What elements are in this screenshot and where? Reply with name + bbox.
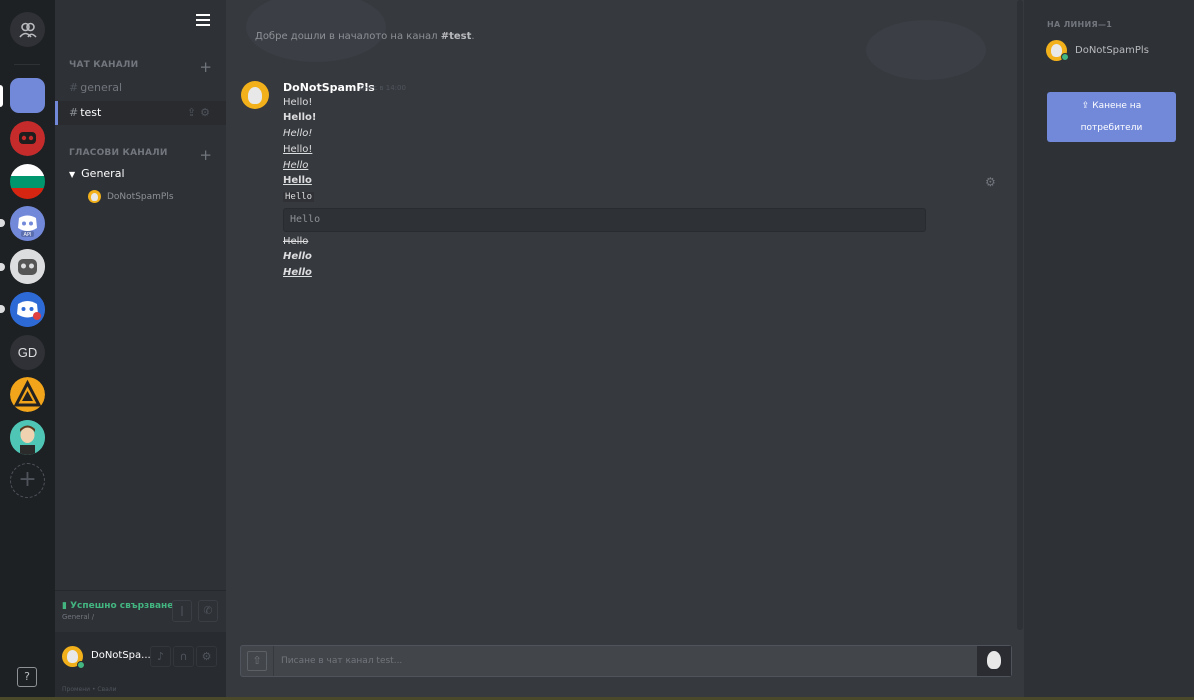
unread-indicator (0, 305, 5, 313)
guild-separator (14, 64, 40, 65)
invite-icon[interactable]: ⇪ (187, 106, 200, 119)
welcome-suffix: . (471, 31, 475, 42)
message-options-gear-icon[interactable]: ⚙ (985, 175, 996, 189)
voice-channel-name: General (81, 167, 125, 180)
unread-indicator (0, 219, 5, 227)
voice-user-name: DoNotSpamPls (107, 191, 174, 202)
message-line-italic: Hello! (283, 128, 313, 139)
add-voice-channel-button[interactable]: + (199, 148, 212, 163)
composer-avatar[interactable] (977, 646, 1011, 676)
channel-name: test (80, 106, 102, 119)
online-members-header: НА ЛИНИЯ—1 (1047, 20, 1113, 29)
invite-label-line2: потребители (1080, 123, 1143, 133)
online-status-icon (77, 661, 85, 669)
message-composer: ⇧ (240, 645, 1012, 677)
guild-discord-dev[interactable] (10, 292, 45, 327)
invite-icon: ⇪ (1081, 101, 1090, 111)
member-list: НА ЛИНИЯ—1 DoNotSpamPls ⇪ Канене на потр… (1024, 0, 1194, 700)
guild-orange-logo[interactable] (10, 377, 45, 412)
voice-channel-general[interactable]: ▼ General (69, 167, 125, 180)
message-line-strikethrough: Hello (283, 236, 309, 247)
message-line-bold-italic: Hello (283, 251, 312, 262)
voice-channels-category[interactable]: ГЛАСОВИ КАНАЛИ (69, 148, 168, 158)
online-status-icon (1061, 53, 1069, 61)
channel-name: general (80, 81, 123, 94)
channel-general[interactable]: # general (55, 76, 226, 100)
avatar (88, 190, 101, 203)
menu-icon[interactable] (196, 14, 210, 26)
voice-user[interactable]: DoNotSpamPls (88, 190, 174, 203)
member-name: DoNotSpamPls (1075, 45, 1149, 56)
channel-test[interactable]: # test ⇪⚙ (55, 101, 226, 125)
microphone-icon[interactable]: ♪ (150, 646, 171, 667)
watermark-decoration (866, 20, 986, 80)
text-channels-category[interactable]: ЧАТ КАНАЛИ (69, 60, 138, 70)
message-line-bold: Hello! (283, 112, 317, 123)
message-input[interactable] (281, 653, 961, 669)
invite-users-button[interactable]: ⇪ Канене на потребители (1047, 92, 1176, 142)
welcome-text: Добре дошли в началото на канал (255, 31, 441, 42)
message-line-bold-underline: Hello (283, 175, 312, 186)
message-line-inline-code-wrap: Hello (283, 191, 315, 202)
voice-channel-path: General / (62, 613, 95, 621)
composer-divider (273, 646, 274, 676)
unread-indicator (0, 263, 5, 271)
upload-icon[interactable]: ⇧ (247, 651, 267, 671)
guild-test-server[interactable] (10, 78, 45, 113)
svg-text:API: API (24, 232, 32, 238)
message-code-block: Hello (283, 208, 926, 232)
voice-connection-panel: ▮ Успешно свързване General / ǀ ✆ (55, 590, 226, 632)
user-name: DoNotSpa... (91, 650, 151, 661)
voice-status-text[interactable]: Успешно свързване (70, 601, 173, 611)
chat-area: Добре дошли в началото на канал #test. D… (226, 0, 1024, 700)
message-line-inline-code: Hello (283, 192, 315, 202)
channels-header (55, 0, 226, 42)
voice-info-button[interactable]: ǀ (172, 600, 192, 622)
guild-avatar-server[interactable] (10, 420, 45, 455)
settings-gear-icon[interactable]: ⚙ (196, 646, 217, 667)
hash-icon: # (69, 106, 79, 119)
friends-icon[interactable] (10, 12, 45, 47)
user-footer-links[interactable]: Промени • Свали (62, 686, 117, 693)
voice-status: ▮ Успешно свързване (62, 601, 173, 611)
signal-icon: ▮ (62, 601, 67, 611)
chevron-down-icon: ▼ (69, 170, 76, 179)
user-panel: DoNotSpa... ♪ ∩ ⚙ Промени • Свали (55, 632, 226, 700)
message-timestamp: Днес в 14:00 (359, 84, 406, 92)
help-button[interactable]: ? (17, 667, 37, 687)
guild-discord-api[interactable]: API (10, 206, 45, 241)
disconnect-button[interactable]: ✆ (198, 600, 218, 622)
chat-scrollbar[interactable] (1017, 0, 1023, 630)
guild-gd-initials: GD (17, 345, 38, 360)
guild-red-bot[interactable] (10, 121, 45, 156)
welcome-channel: #test (440, 31, 472, 42)
channel-tools: ⇪⚙ (187, 101, 214, 125)
headphones-icon[interactable]: ∩ (173, 646, 194, 667)
guild-robot[interactable] (10, 249, 45, 284)
message-line-underline: Hello! (283, 144, 313, 155)
hash-icon: # (69, 81, 79, 94)
guild-sidebar: API GD + ? (0, 0, 55, 700)
channel-sidebar: ЧАТ КАНАЛИ + # general # test ⇪⚙ ГЛАСОВИ К… (55, 0, 226, 700)
invite-label-line1: Канене на (1092, 101, 1142, 111)
avatar[interactable] (241, 81, 269, 109)
add-server-button[interactable]: + (10, 463, 45, 498)
channel-welcome: Добре дошли в началото на канал #test. (255, 31, 475, 42)
selected-guild-indicator (0, 85, 3, 107)
add-text-channel-button[interactable]: + (199, 60, 212, 75)
guild-bulgaria-flag[interactable] (10, 164, 45, 199)
gear-icon[interactable]: ⚙ (200, 106, 214, 119)
guild-gd[interactable]: GD (10, 335, 45, 370)
message-line-bold-italic-underline: Hello (283, 267, 312, 278)
message-line: Hello! (283, 97, 313, 108)
message-line-italic-underline: Hello (283, 160, 309, 171)
